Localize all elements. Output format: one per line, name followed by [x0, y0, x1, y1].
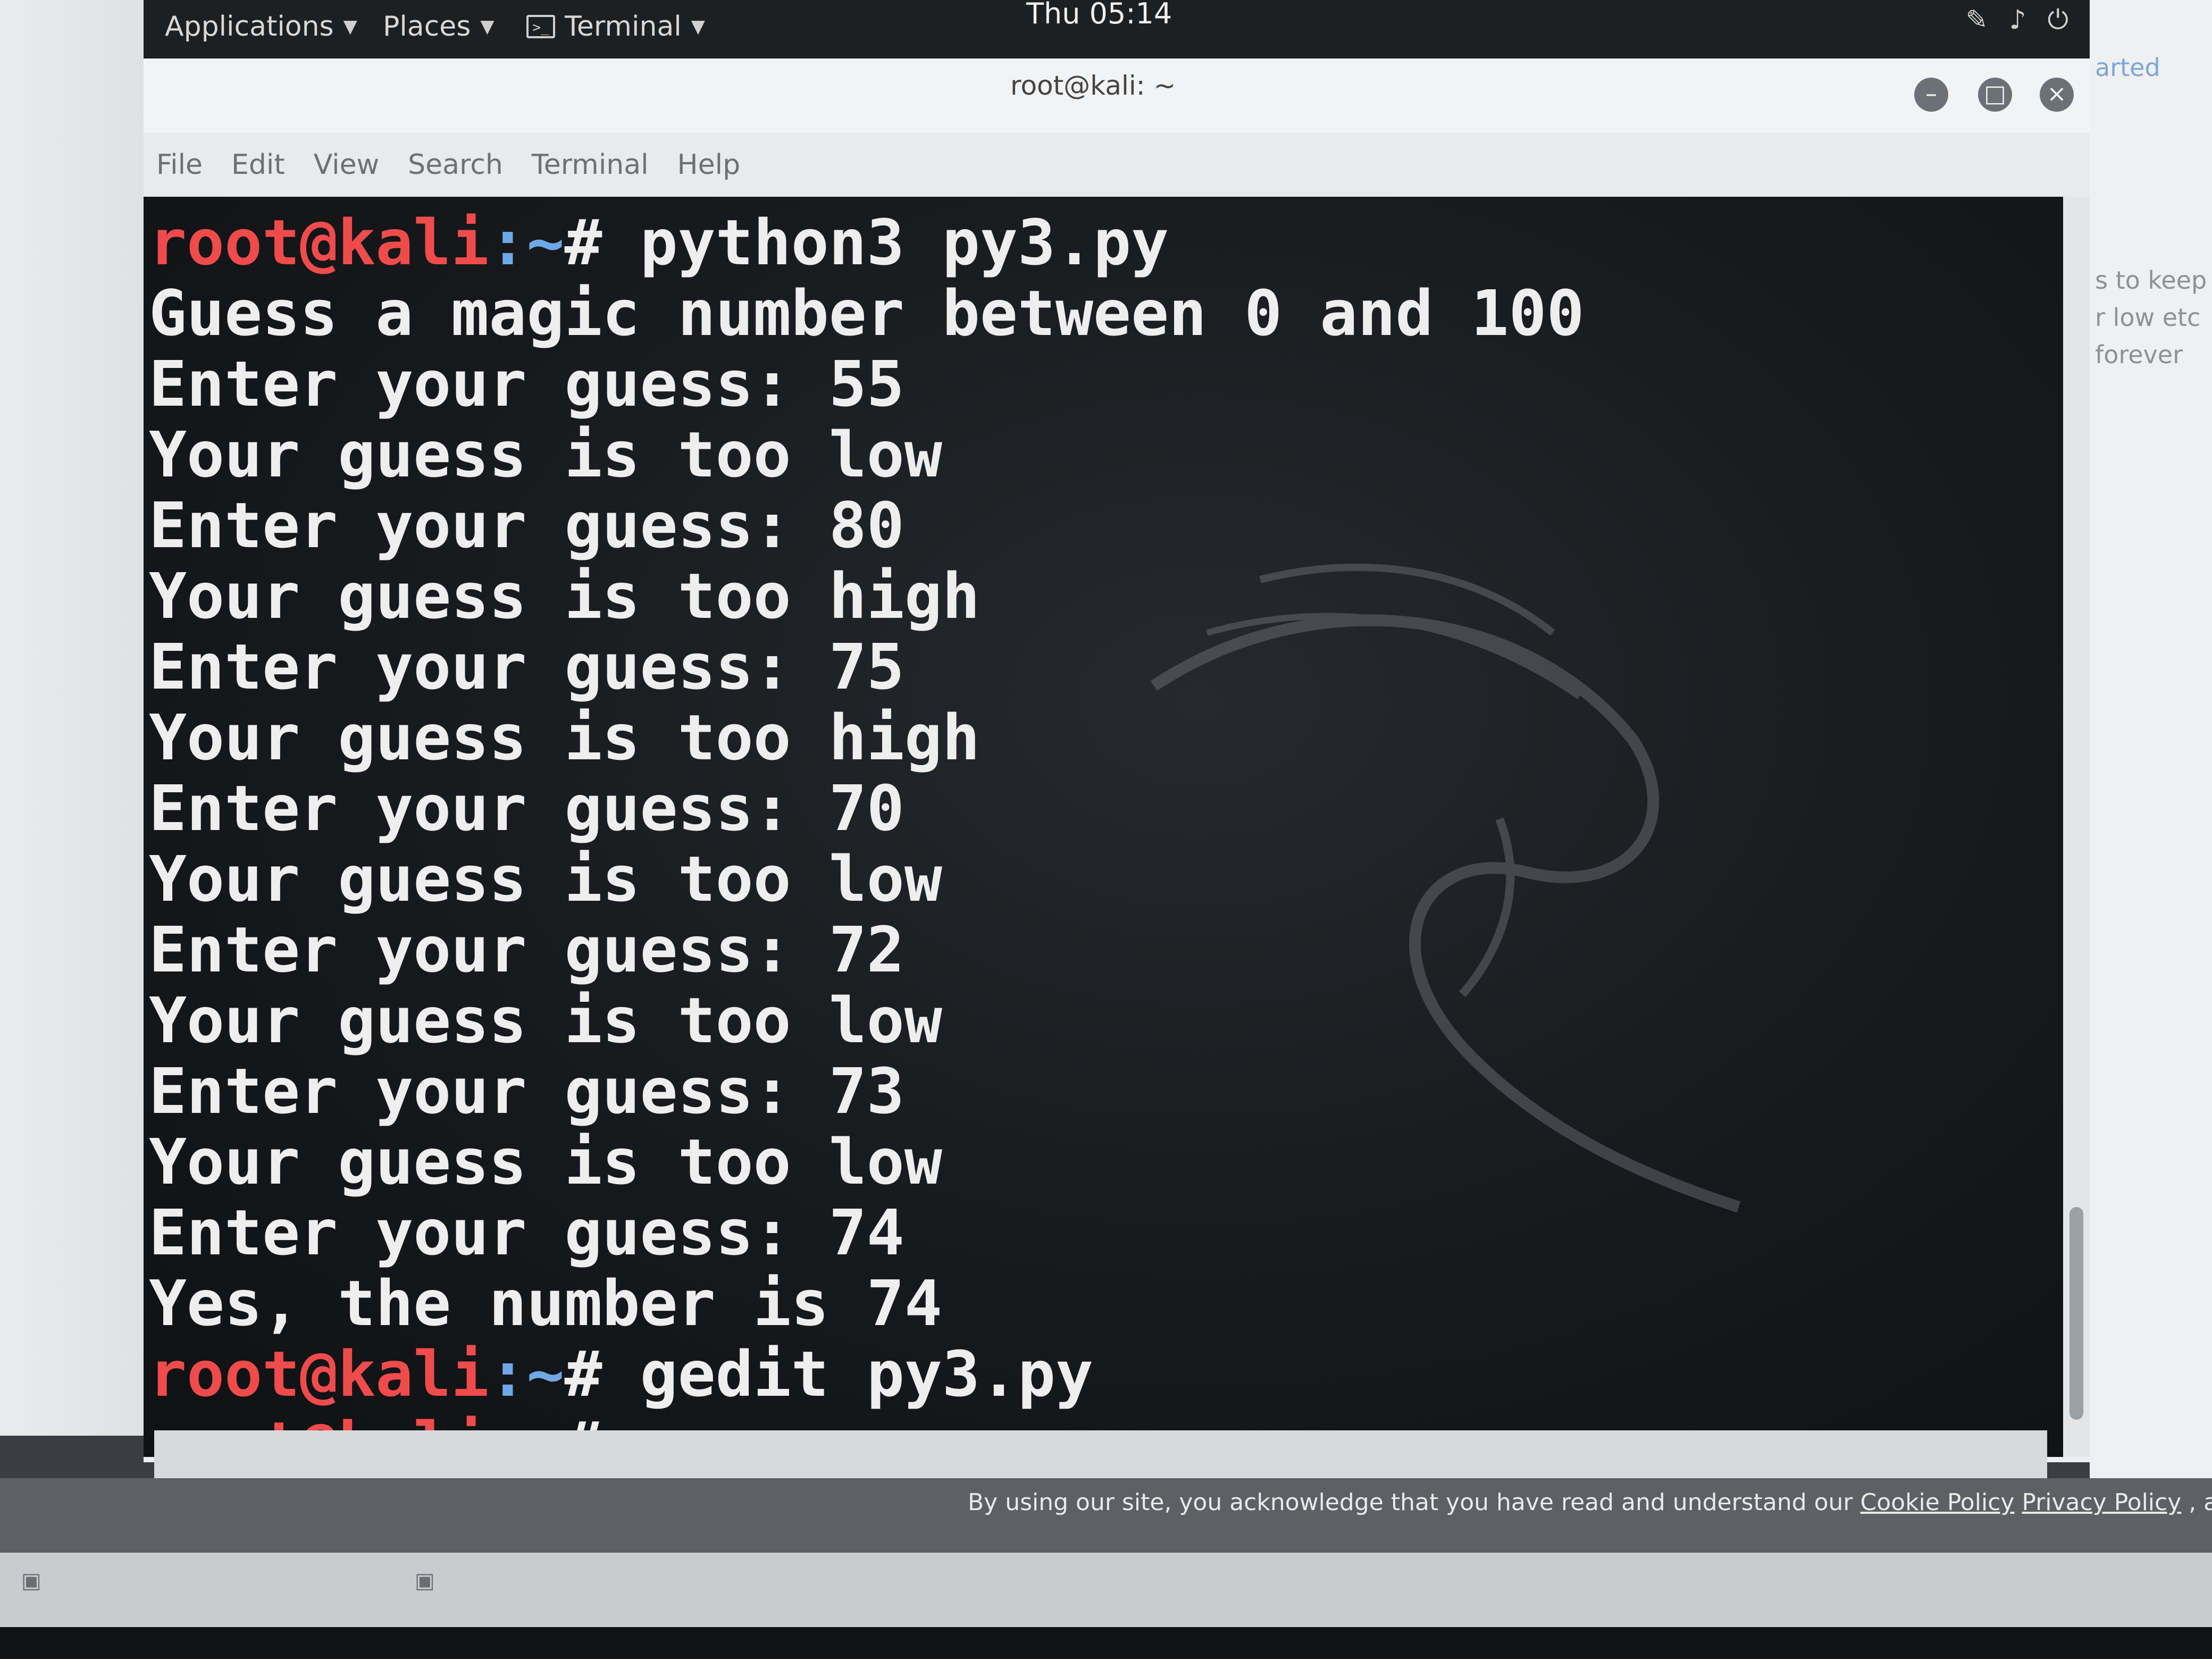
terminal-lines: root@kali:~# python3 py3.py Guess a magic… [149, 207, 1585, 1457]
output-line: Yes, the number is 74 [149, 1268, 1585, 1339]
output-text: Enter your guess: 80 [149, 489, 904, 562]
window-title: root@kali: ~ [1010, 70, 1176, 101]
output-line: Enter your guess: 74 [149, 1197, 1585, 1268]
command-text: # python3 py3.py [564, 206, 1169, 279]
prompt-line: root@kali:~# gedit py3.py [149, 1339, 1585, 1410]
pencil-icon[interactable]: ✎ [1966, 4, 1988, 36]
output-text: Enter your guess: 55 [149, 347, 904, 421]
output-text: Enter your guess: 75 [149, 630, 904, 703]
places-label: Places [383, 11, 471, 43]
download-item[interactable]: ▣ [21, 1569, 41, 1593]
background-page-snippet: forever [2095, 340, 2183, 369]
vm-status-bar [154, 1430, 2047, 1478]
background-page-snippet: s to keep [2095, 266, 2207, 295]
power-icon[interactable]: ⏻ [2047, 4, 2068, 36]
desktop-top-bar: Applications ▼ Places ▼ >_ Terminal ▼ Th… [144, 0, 2090, 58]
prompt-user: root@kali [149, 1337, 489, 1411]
terminal-icon: >_ [526, 15, 555, 38]
places-menu[interactable]: Places ▼ [383, 11, 495, 43]
output-line: Your guess is too high [149, 702, 1585, 773]
terminal-window: root@kali: ~ – □ × File Edit View Search… [144, 58, 2090, 1462]
applications-label: Applications [165, 11, 334, 43]
output-text: Guess a magic number between 0 and 100 [149, 276, 1585, 350]
background-page-link[interactable]: arted [2095, 53, 2160, 82]
chevron-down-icon: ▼ [343, 16, 357, 37]
prompt-path: :~ [489, 1337, 565, 1411]
output-text: Your guess is too low [149, 1125, 942, 1199]
output-line: Your guess is too high [149, 561, 1585, 632]
output-line: Your guess is too low [149, 985, 1585, 1056]
menu-view[interactable]: View [314, 149, 379, 181]
background-browser-page [2090, 0, 2212, 1478]
menu-search[interactable]: Search [408, 149, 503, 181]
window-titlebar[interactable]: root@kali: ~ – □ × [144, 58, 2090, 133]
terminal-scrollbar[interactable] [2063, 197, 2090, 1457]
clock[interactable]: Thu 05:14 [1026, 0, 1172, 30]
prompt-line: root@kali:~# python3 py3.py [149, 207, 1585, 278]
output-line: Your guess is too low [149, 1127, 1585, 1197]
output-line: Your guess is too low [149, 420, 1585, 490]
menu-file[interactable]: File [156, 149, 203, 181]
output-line: Enter your guess: 55 [149, 349, 1585, 420]
background-page-snippet: r low etc [2095, 303, 2201, 332]
output-line: Guess a magic number between 0 and 100 [149, 278, 1585, 349]
applications-menu[interactable]: Applications ▼ [165, 11, 357, 43]
scrollbar-thumb[interactable] [2069, 1207, 2083, 1420]
cookie-notice-tail: , and our [2189, 1489, 2212, 1516]
menu-help[interactable]: Help [677, 149, 741, 181]
output-line: Enter your guess: 80 [149, 490, 1585, 561]
terminal-app-menu[interactable]: >_ Terminal ▼ [526, 11, 705, 43]
close-button[interactable]: × [2040, 78, 2074, 112]
output-line: Your guess is too low [149, 844, 1585, 915]
maximize-button[interactable]: □ [1978, 78, 2012, 112]
output-line: Enter your guess: 73 [149, 1056, 1585, 1127]
desk-background [0, 0, 144, 1436]
chevron-down-icon: ▼ [480, 16, 495, 37]
cookie-policy-link[interactable]: Cookie Policy [1861, 1489, 2015, 1516]
prompt-user: root@kali [149, 206, 489, 279]
output-text: Enter your guess: 70 [149, 772, 904, 845]
terminal-app-label: Terminal [565, 11, 682, 43]
output-line: Enter your guess: 70 [149, 773, 1585, 844]
output-text: Enter your guess: 72 [149, 913, 904, 986]
privacy-policy-link[interactable]: Privacy Policy [2022, 1489, 2181, 1516]
chevron-down-icon: ▼ [691, 16, 705, 37]
terminal-output[interactable]: root@kali:~# python3 py3.py Guess a magic… [144, 197, 2063, 1457]
prompt-path: :~ [489, 206, 565, 279]
terminal-menubar: File Edit View Search Terminal Help [144, 133, 2090, 197]
output-text: Enter your guess: 73 [149, 1054, 904, 1128]
menu-edit[interactable]: Edit [231, 149, 285, 181]
command-text: # gedit py3.py [564, 1337, 1094, 1411]
output-text: Enter your guess: 74 [149, 1196, 904, 1269]
output-text: Your guess is too low [149, 418, 942, 491]
output-line: Enter your guess: 75 [149, 632, 1585, 702]
cookie-notice: By using our site, you acknowledge that … [968, 1489, 2212, 1516]
cookie-notice-text: By using our site, you acknowledge that … [968, 1489, 1853, 1516]
menu-terminal[interactable]: Terminal [532, 149, 649, 181]
output-text: Your guess is too low [149, 842, 942, 916]
output-text: Your guess is too high [149, 701, 980, 774]
volume-icon[interactable]: ♪ [2009, 4, 2026, 36]
output-text: Your guess is too low [149, 984, 942, 1057]
minimize-button[interactable]: – [1914, 78, 1948, 112]
download-item[interactable]: ▣ [415, 1569, 435, 1593]
output-line: Enter your guess: 72 [149, 915, 1585, 985]
system-tray[interactable]: ✎ ♪ ⏻ [1966, 4, 2068, 36]
output-text: Yes, the number is 74 [149, 1267, 942, 1340]
downloads-bar [0, 1553, 2212, 1627]
host-taskbar [0, 1627, 2212, 1659]
output-text: Your guess is too high [149, 559, 980, 633]
